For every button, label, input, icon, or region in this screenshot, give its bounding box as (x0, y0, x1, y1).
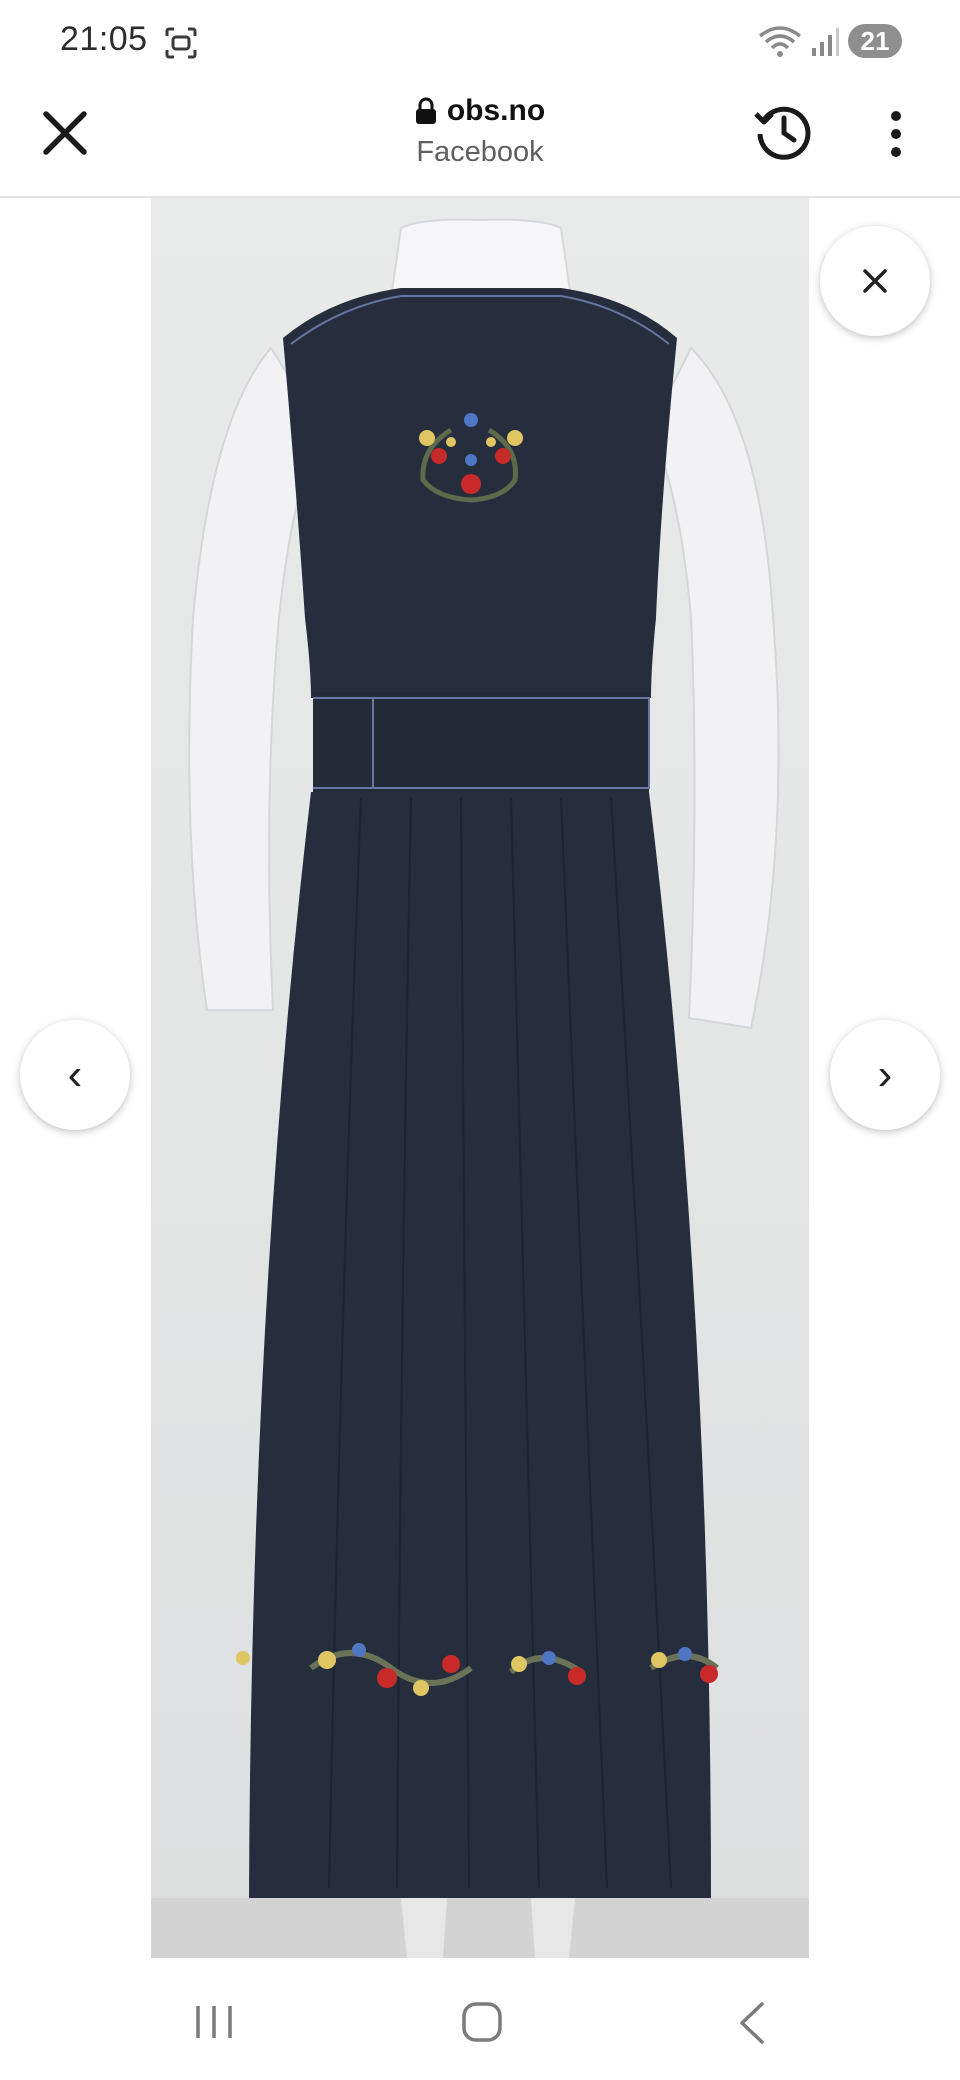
signal-icon (812, 28, 839, 56)
close-icon (863, 269, 887, 293)
url-bar[interactable]: obs.no Facebook (300, 94, 660, 169)
back-icon[interactable] (736, 2000, 768, 2046)
status-bar: 21:05 21 (0, 0, 960, 80)
previous-image-button[interactable]: ‹ (20, 1020, 130, 1130)
close-icon[interactable] (40, 108, 90, 158)
next-image-button[interactable]: › (830, 1020, 940, 1130)
lock-icon (415, 97, 436, 124)
chevron-left-icon: ‹ (67, 1050, 83, 1099)
history-icon[interactable] (752, 100, 816, 164)
url-source: Facebook (416, 136, 544, 168)
navigation-bar (0, 1960, 960, 2080)
wifi-icon (758, 26, 802, 57)
product-photo[interactable] (151, 198, 809, 1958)
recents-icon[interactable] (192, 2002, 236, 2042)
browser-header: obs.no Facebook (0, 80, 960, 198)
image-viewer: ‹ › (0, 198, 960, 1958)
dismiss-button[interactable] (820, 226, 930, 336)
url-domain: obs.no (446, 94, 546, 127)
chevron-right-icon: › (877, 1050, 893, 1099)
status-time: 21:05 (60, 20, 148, 58)
bunad-dress-illustration (151, 198, 809, 1958)
battery-badge: 21 (848, 24, 902, 58)
more-vert-icon[interactable] (878, 106, 914, 162)
screenshot-icon (165, 27, 197, 59)
home-icon[interactable] (460, 2000, 504, 2044)
